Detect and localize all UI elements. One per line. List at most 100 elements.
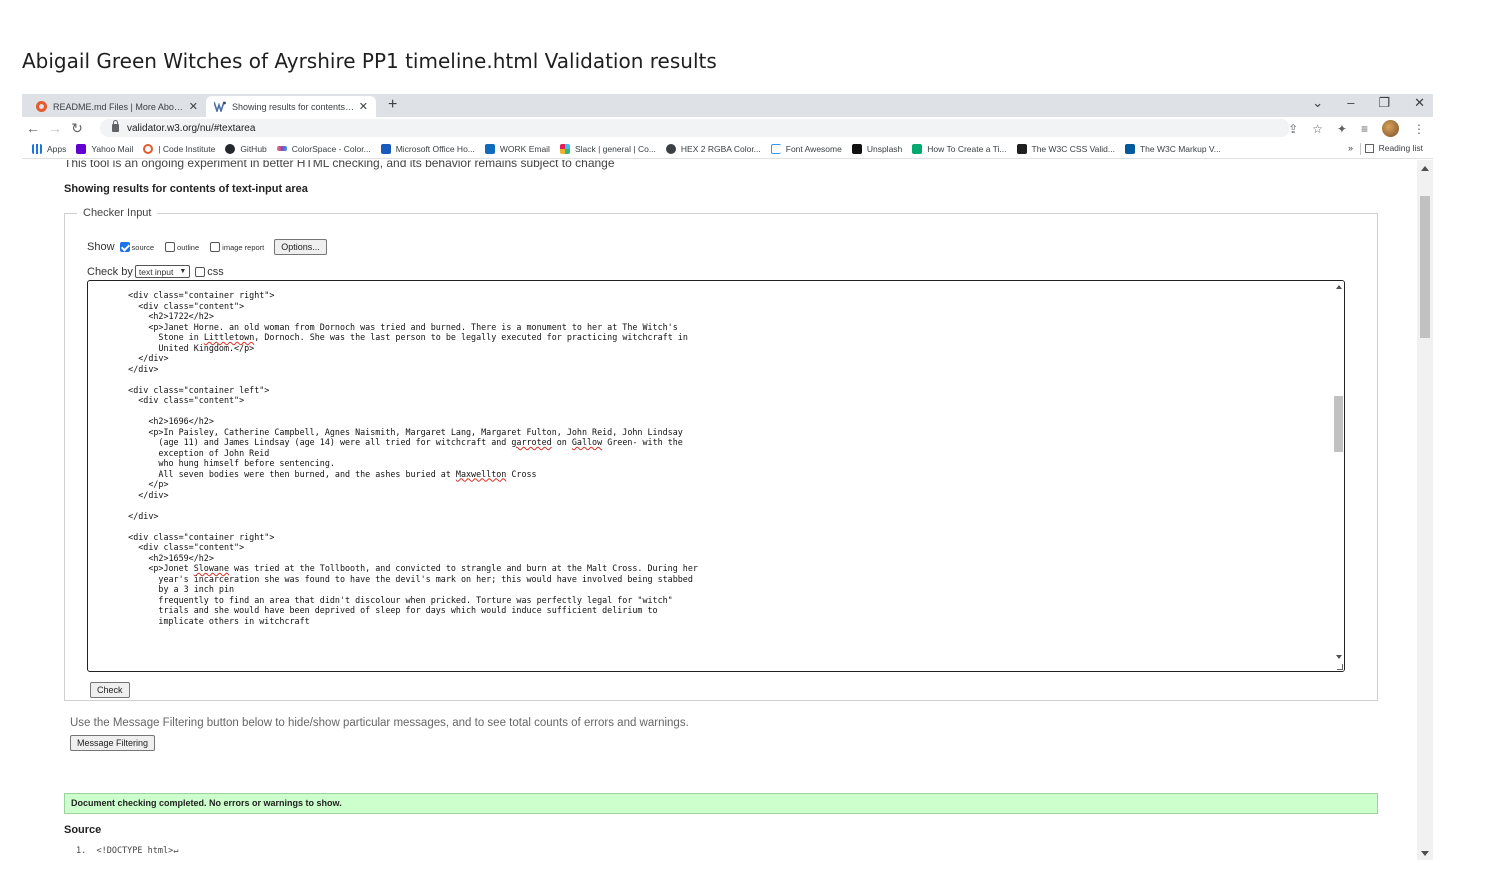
close-window-icon[interactable]: ✕ <box>1414 95 1425 111</box>
scroll-up-arrow-icon[interactable] <box>1336 285 1342 289</box>
bookmark-yahoo-mail[interactable]: Yahoo Mail <box>76 143 133 154</box>
textarea-scrollbar[interactable] <box>1333 281 1344 671</box>
minimize-icon[interactable]: – <box>1347 95 1354 111</box>
message-filtering-button[interactable]: Message Filtering <box>70 735 156 751</box>
browser-window: README.md Files | More About ( ✕ Showing… <box>22 94 1433 860</box>
source-textarea[interactable]: </div> <div class="container right"> <di… <box>87 280 1345 672</box>
code-line: </div> <box>108 489 169 500</box>
spellcheck-word: Slowane <box>193 563 230 573</box>
tab-readme[interactable]: README.md Files | More About ( ✕ <box>28 96 206 117</box>
checker-input-fieldset: Checker Input Show source outline image … <box>64 207 1378 701</box>
yahoo-mail-icon <box>76 143 87 154</box>
scroll-down-arrow-icon[interactable] <box>1421 851 1429 856</box>
media-playlist-icon[interactable]: ≡ <box>1361 122 1368 136</box>
code-institute-icon <box>143 143 154 154</box>
code-line: <div class="content"> <box>108 300 245 311</box>
restore-icon[interactable]: ❐ <box>1378 95 1390 111</box>
bookmark-github[interactable]: GitHub <box>225 143 267 154</box>
new-tab-plus-icon[interactable]: + <box>388 96 397 114</box>
textarea-content: </div> <div class="container right"> <di… <box>108 281 698 626</box>
spellcheck-word: Gallow <box>571 437 603 447</box>
unsplash-icon <box>851 143 862 154</box>
resize-handle-icon[interactable] <box>1337 664 1343 670</box>
code-line: <p>Jonet Slowane was tried at the Tollbo… <box>108 563 698 573</box>
page-scroll-thumb[interactable] <box>1420 196 1430 338</box>
page-viewport: This tool is an ongoing experiment in be… <box>22 160 1417 860</box>
w3schools-icon <box>912 143 923 154</box>
textarea-scroll-thumb[interactable] <box>1334 396 1343 452</box>
tab-search-chevron-icon[interactable]: ⌄ <box>1312 95 1323 111</box>
options-button[interactable]: Options... <box>274 239 327 255</box>
apps-grid-icon <box>32 143 42 154</box>
outline-checkbox[interactable] <box>165 242 176 252</box>
bookmark-w3c-markup[interactable]: The W3C Markup V... <box>1124 143 1221 154</box>
code-line: <div class="container right"> <box>108 531 275 542</box>
tab-validator[interactable]: Showing results for contents of t ✕ <box>206 96 376 117</box>
check-by-select[interactable]: text input ▼ <box>134 265 191 278</box>
bookmark-slack[interactable]: Slack | general | Co... <box>559 143 656 154</box>
forward-arrow-icon[interactable]: → <box>44 120 66 136</box>
bookmark-unsplash[interactable]: Unsplash <box>851 143 902 154</box>
show-label: Show <box>87 241 115 253</box>
bookmark-hex2rgba[interactable]: HEX 2 RGBA Color... <box>665 143 761 154</box>
source-checkbox[interactable] <box>119 242 130 252</box>
microsoft-office-icon <box>380 143 391 154</box>
code-line: implicate others in witchcraft <box>108 615 310 626</box>
close-tab-icon[interactable]: ✕ <box>189 100 198 113</box>
reading-list-button[interactable]: Reading list <box>1364 143 1423 153</box>
scroll-up-arrow-icon[interactable] <box>1421 166 1429 171</box>
bookmarks-overflow-button[interactable]: » <box>1348 143 1353 153</box>
message-filter-hint: Use the Message Filtering button below t… <box>70 717 689 729</box>
source-line: 1. <!DOCTYPE html>↵ <box>76 846 179 856</box>
code-line: frequently to find an area that didn't d… <box>108 594 673 605</box>
code-line: exception of John Reid <box>108 447 270 458</box>
back-arrow-icon[interactable]: ← <box>22 120 44 136</box>
check-by-label: Check by <box>87 265 133 278</box>
bookmark-microsoft-office[interactable]: Microsoft Office Ho... <box>380 143 475 154</box>
profile-avatar[interactable] <box>1382 120 1399 137</box>
bookmark-font-awesome[interactable]: Font Awesome <box>770 143 842 154</box>
extensions-puzzle-icon[interactable]: ✦ <box>1337 122 1347 136</box>
code-line: <p>Janet Horne. an old woman from Dornoc… <box>108 321 678 332</box>
code-line: </div> <box>108 510 159 521</box>
image-report-checkbox[interactable] <box>210 242 221 252</box>
menu-kebab-icon[interactable]: ⋮ <box>1413 122 1425 136</box>
code-line: <h2>1696</h2> <box>108 416 214 426</box>
bookmark-code-institute[interactable]: | Code Institute <box>143 143 215 154</box>
outline-label: outline <box>177 242 200 252</box>
code-line: </div> <box>108 353 169 363</box>
share-icon[interactable]: ⇪ <box>1288 122 1298 136</box>
address-bar[interactable]: validator.w3.org/nu/#textarea <box>100 119 1290 137</box>
github-icon <box>225 143 236 154</box>
code-line: year's incarceration she was found to ha… <box>108 573 693 584</box>
spellcheck-word: Littletown <box>203 332 255 342</box>
bookmark-star-icon[interactable]: ☆ <box>1312 122 1323 136</box>
spellcheck-word: Maxwellton <box>455 468 507 479</box>
bookmark-w3schools[interactable]: How To Create a Ti... <box>912 143 1007 154</box>
success-message: Document checking completed. No errors o… <box>64 793 1378 814</box>
bookmark-colorspace[interactable]: ColorSpace - Color... <box>276 144 371 154</box>
code-line: by a 3 inch pin <box>108 584 235 594</box>
tab-strip: README.md Files | More About ( ✕ Showing… <box>22 94 1433 117</box>
outlook-icon <box>484 143 495 154</box>
code-line: <div class="content"> <box>108 542 245 552</box>
w3c-css-icon <box>1016 143 1027 154</box>
bookmark-w3c-css[interactable]: The W3C CSS Valid... <box>1016 143 1115 154</box>
code-line: (age 11) and James Lindsay (age 14) were… <box>108 437 683 447</box>
check-button[interactable]: Check <box>90 682 130 698</box>
source-heading: Source <box>64 824 102 836</box>
close-tab-icon[interactable]: ✕ <box>359 100 368 113</box>
reload-icon[interactable]: ↻ <box>66 120 88 137</box>
chevron-down-icon: ▼ <box>179 268 187 275</box>
toolbar-actions: ⇪ ☆ ✦ ≡ ⋮ <box>1288 120 1425 137</box>
show-options-row: Show source outline image report Options… <box>87 239 327 255</box>
css-checkbox[interactable] <box>195 266 206 277</box>
page-scrollbar[interactable] <box>1417 160 1433 860</box>
colorspace-icon <box>276 146 287 151</box>
font-awesome-flag-icon <box>770 143 781 154</box>
bookmark-work-email[interactable]: WORK Email <box>484 143 550 154</box>
bookmark-apps[interactable]: Apps <box>32 143 66 154</box>
scroll-down-arrow-icon[interactable] <box>1336 655 1342 659</box>
